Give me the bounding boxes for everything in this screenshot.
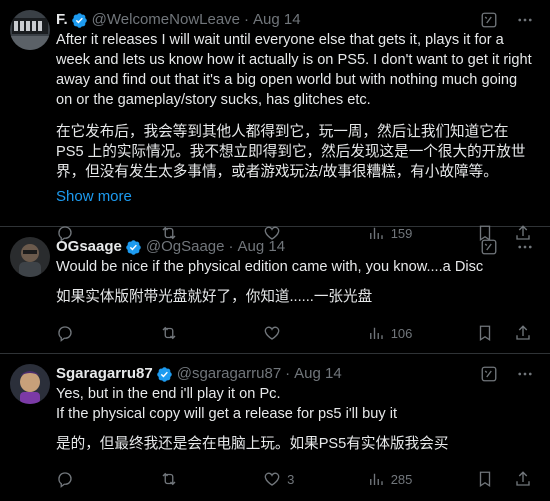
retweet-icon [160, 324, 178, 342]
tweet-text: Yes, but in the end i'll play it on Pc. … [56, 384, 534, 454]
author-name[interactable]: F. [56, 10, 68, 30]
grok-icon[interactable] [480, 238, 498, 256]
author-name[interactable]: Sgaragarru87 [56, 364, 153, 384]
timestamp[interactable]: Aug 14 [238, 237, 286, 257]
author-handle[interactable]: @sgaragarru87 [177, 364, 281, 384]
author-handle[interactable]: @WelcomeNowLeave [92, 10, 240, 30]
views-button[interactable]: 285 [367, 470, 413, 488]
tweet-text: After it releases I will wait until ever… [56, 30, 534, 182]
separator-dot: · [244, 11, 250, 28]
tweet-text-english: After it releases I will wait until ever… [56, 32, 532, 108]
verified-badge-icon [156, 366, 173, 383]
view-count: 106 [390, 325, 413, 341]
tweet-text-english: Yes, but in the end i'll play it on Pc. … [56, 386, 398, 422]
like-count: 3 [287, 471, 295, 487]
tweet-text: Would be nice if the physical edition ca… [56, 257, 534, 307]
like-button[interactable]: 3 [263, 470, 303, 488]
tweet-text-chinese: 如果实体版附带光盘就好了，你知道......一张光盘 [56, 289, 373, 305]
verified-badge-icon [71, 12, 88, 29]
timestamp[interactable]: Aug 14 [253, 10, 301, 30]
reply-icon [56, 324, 74, 342]
timestamp[interactable]: Aug 14 [294, 364, 342, 384]
avatar[interactable] [10, 364, 50, 404]
like-icon [263, 470, 281, 488]
views-icon [367, 470, 385, 488]
retweet-icon [160, 470, 178, 488]
avatar[interactable] [10, 10, 50, 50]
grok-icon[interactable] [480, 365, 498, 383]
tweet-text-english: Would be nice if the physical edition ca… [56, 259, 484, 275]
avatar[interactable] [10, 237, 50, 277]
author-handle[interactable]: @OgSaage [146, 237, 225, 257]
show-more-link[interactable]: Show more [56, 188, 132, 205]
like-button[interactable] [263, 324, 303, 342]
tweet[interactable]: OGsaage @OgSaage · Aug 14 Would be nice … [0, 227, 550, 354]
tweet[interactable]: Sgaragarru87 @sgaragarru87 · Aug 14 Yes,… [0, 354, 550, 501]
bookmark-icon[interactable] [476, 324, 494, 342]
tweet[interactable]: F. @WelcomeNowLeave · Aug 14 After it re… [0, 0, 550, 242]
verified-badge-icon [125, 239, 142, 256]
reply-button[interactable] [56, 470, 96, 488]
retweet-button[interactable] [160, 324, 200, 342]
author-name[interactable]: OGsaage [56, 237, 122, 257]
more-icon[interactable] [516, 365, 534, 383]
tweet-text-chinese: 在它发布后，我会等到其他人都得到它，玩一周，然后让我们知道它在 PS5 上的实际… [56, 124, 526, 180]
like-icon [263, 324, 281, 342]
views-icon [367, 324, 385, 342]
bookmark-icon[interactable] [476, 470, 494, 488]
retweet-button[interactable] [160, 470, 200, 488]
share-icon[interactable] [514, 470, 532, 488]
share-icon[interactable] [514, 324, 532, 342]
view-count: 285 [390, 471, 413, 487]
more-icon[interactable] [516, 11, 534, 29]
separator-dot: · [285, 365, 291, 382]
action-bar: 106 [56, 307, 534, 359]
separator-dot: · [228, 238, 234, 255]
reply-button[interactable] [56, 324, 96, 342]
views-button[interactable]: 106 [367, 324, 413, 342]
tweet-text-chinese: 是的，但最终我还是会在电脑上玩。如果PS5有实体版我会买 [56, 436, 449, 452]
grok-icon[interactable] [480, 11, 498, 29]
reply-icon [56, 470, 74, 488]
more-icon[interactable] [516, 238, 534, 256]
action-bar: 3 285 [56, 454, 534, 501]
